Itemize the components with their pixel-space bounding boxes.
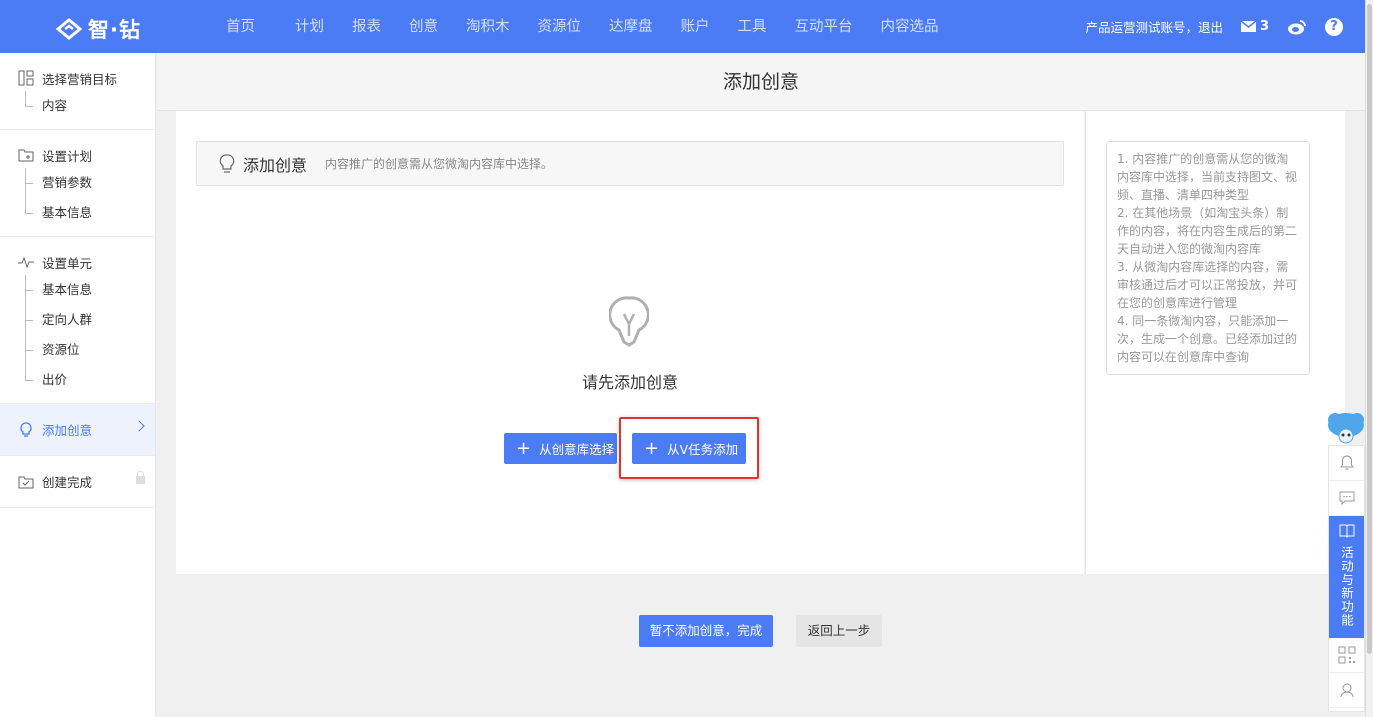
customer-service-button[interactable] [1329,673,1364,708]
step-item-unit-basic-info[interactable]: 基本信息 [0,275,155,305]
mascot-icon[interactable] [1325,410,1367,448]
nav-taojimu[interactable]: 淘积木 [452,0,524,53]
bell-icon [1339,455,1354,470]
diamond-logo-icon [56,18,82,40]
nav-tools[interactable]: 工具 [724,0,781,53]
logo[interactable]: 智·钻 [56,14,141,44]
step-create-done-label: 创建完成 [42,475,93,490]
bar-description: 内容推广的创意需从您微淘内容库中选择。 [325,157,554,171]
step-item-plan-basic-info[interactable]: 基本信息 [0,198,155,228]
lightbulb-icon [20,421,32,437]
nav-home[interactable]: 首页 [212,0,269,53]
select-from-library-button[interactable]: + 从创意库选择 [504,433,617,464]
step-item-bid[interactable]: 出价 [0,365,155,395]
empty-lightbulb-icon [609,296,649,347]
step-select-goal[interactable]: 选择营销目标 [0,65,155,91]
step-sidebar: 选择营销目标 内容 设置计划 营销参数 基本信息 设置单元 基本信息 定向人群 … [0,53,156,717]
step-add-creative[interactable]: 添加创意 [0,404,155,456]
highlight-box [619,417,759,479]
nav-plan[interactable]: 计划 [281,0,338,53]
book-icon [1339,524,1354,538]
top-right-area: 产品运营测试账号，退出 3 ? [1085,0,1343,53]
activity-new-features-button[interactable]: 活动与新功能 [1329,516,1364,638]
mail-count: 3 [1259,19,1269,34]
main-nav: 首页 计划 报表 创意 淘积木 资源位 达摩盘 账户 工具 互动平台 内容选品 [212,0,953,53]
help-icon[interactable]: ? [1325,17,1343,36]
tip-item: 2. 在其他场景（如淘宝头条）制作的内容，将在内容生成后的第二天自动进入您的微淘… [1117,206,1298,256]
chevron-right-icon [133,420,145,432]
tip-item: 4. 同一条微淘内容，只能添加一次，生成一个创意。已经添加过的内容可以在创意库中… [1117,314,1298,364]
scrollbar-thumb[interactable] [1367,4,1372,654]
plus-icon: + [516,437,532,459]
bar-title: 添加创意 [243,155,308,175]
skip-finish-button[interactable]: 暂不添加创意，完成 [639,615,773,647]
weibo-icon[interactable] [1287,19,1307,35]
step-group-plan: 设置计划 营销参数 基本信息 [0,130,155,237]
chat-icon [1339,491,1354,505]
step-item-resource-slot[interactable]: 资源位 [0,335,155,365]
nav-damopan[interactable]: 达摩盘 [595,0,667,53]
nav-account[interactable]: 账户 [667,0,724,53]
floating-toolbar: 活动与新功能 [1328,445,1365,712]
step-item-content[interactable]: 内容 [0,91,155,121]
nav-report[interactable]: 报表 [338,0,395,53]
page-title: 添加创意 [157,53,1365,111]
nav-interactive[interactable]: 互动平台 [781,0,867,53]
tips-box: 1. 内容推广的创意需从您的微淘内容库中选择，当前支持图文、视频、直播、清单四种… [1106,141,1310,375]
step-item-targeting[interactable]: 定向人群 [0,305,155,335]
step-item-marketing-params[interactable]: 营销参数 [0,168,155,198]
brand-name: 智·钻 [88,18,141,42]
back-button[interactable]: 返回上一步 [796,615,882,647]
folder-plus-icon [18,149,34,162]
tips-column: 1. 内容推广的创意需从您的微淘内容库中选择，当前支持图文、视频、直播、清单四种… [1085,111,1345,574]
select-from-library-label: 从创意库选择 [539,442,615,457]
grid-icon [18,70,34,86]
add-creative-bar: 添加创意 内容推广的创意需从您微淘内容库中选择。 [196,141,1064,186]
empty-state-text: 请先添加创意 [581,373,678,392]
message-button[interactable] [1329,481,1364,516]
step-create-done: 创建完成 [0,456,155,508]
lightbulb-icon [219,153,235,173]
activity-label: 活动与新功能 [1339,546,1354,627]
tip-item: 3. 从微淘内容库选择的内容，需审核通过后才可以正常投放，并可在您的创意库进行管… [1117,260,1298,310]
step-add-creative-label: 添加创意 [42,423,93,438]
nav-content-select[interactable]: 内容选品 [867,0,953,53]
step-set-unit[interactable]: 设置单元 [0,249,155,275]
qrcode-icon [1338,646,1355,664]
step-select-goal-label: 选择营销目标 [42,71,118,87]
account-logout-link[interactable]: 产品运营测试账号，退出 [1085,17,1223,36]
tip-item: 1. 内容推广的创意需从您的微淘内容库中选择，当前支持图文、视频、直播、清单四种… [1117,152,1298,202]
qrcode-button[interactable] [1329,638,1364,673]
step-group-unit: 设置单元 基本信息 定向人群 资源位 出价 [0,237,155,404]
step-group-goal: 选择营销目标 内容 [0,53,155,130]
notification-button[interactable] [1329,446,1364,481]
step-set-unit-label: 设置单元 [42,255,93,271]
lock-icon [136,471,145,484]
nav-creative[interactable]: 创意 [395,0,452,53]
creative-panel: 添加创意 内容推广的创意需从您微淘内容库中选择。 请先添加创意 + 从创意库选择… [176,111,1084,574]
service-icon [1340,683,1353,698]
step-set-plan[interactable]: 设置计划 [0,142,155,168]
folder-check-icon [18,476,34,488]
step-set-plan-label: 设置计划 [42,148,93,164]
mail-button[interactable]: 3 [1240,19,1269,34]
top-nav-bar: 智·钻 首页 计划 报表 创意 淘积木 资源位 达摩盘 账户 工具 互动平台 内… [0,0,1365,53]
pulse-icon [18,256,34,269]
nav-resource[interactable]: 资源位 [524,0,596,53]
mail-icon [1240,21,1256,32]
